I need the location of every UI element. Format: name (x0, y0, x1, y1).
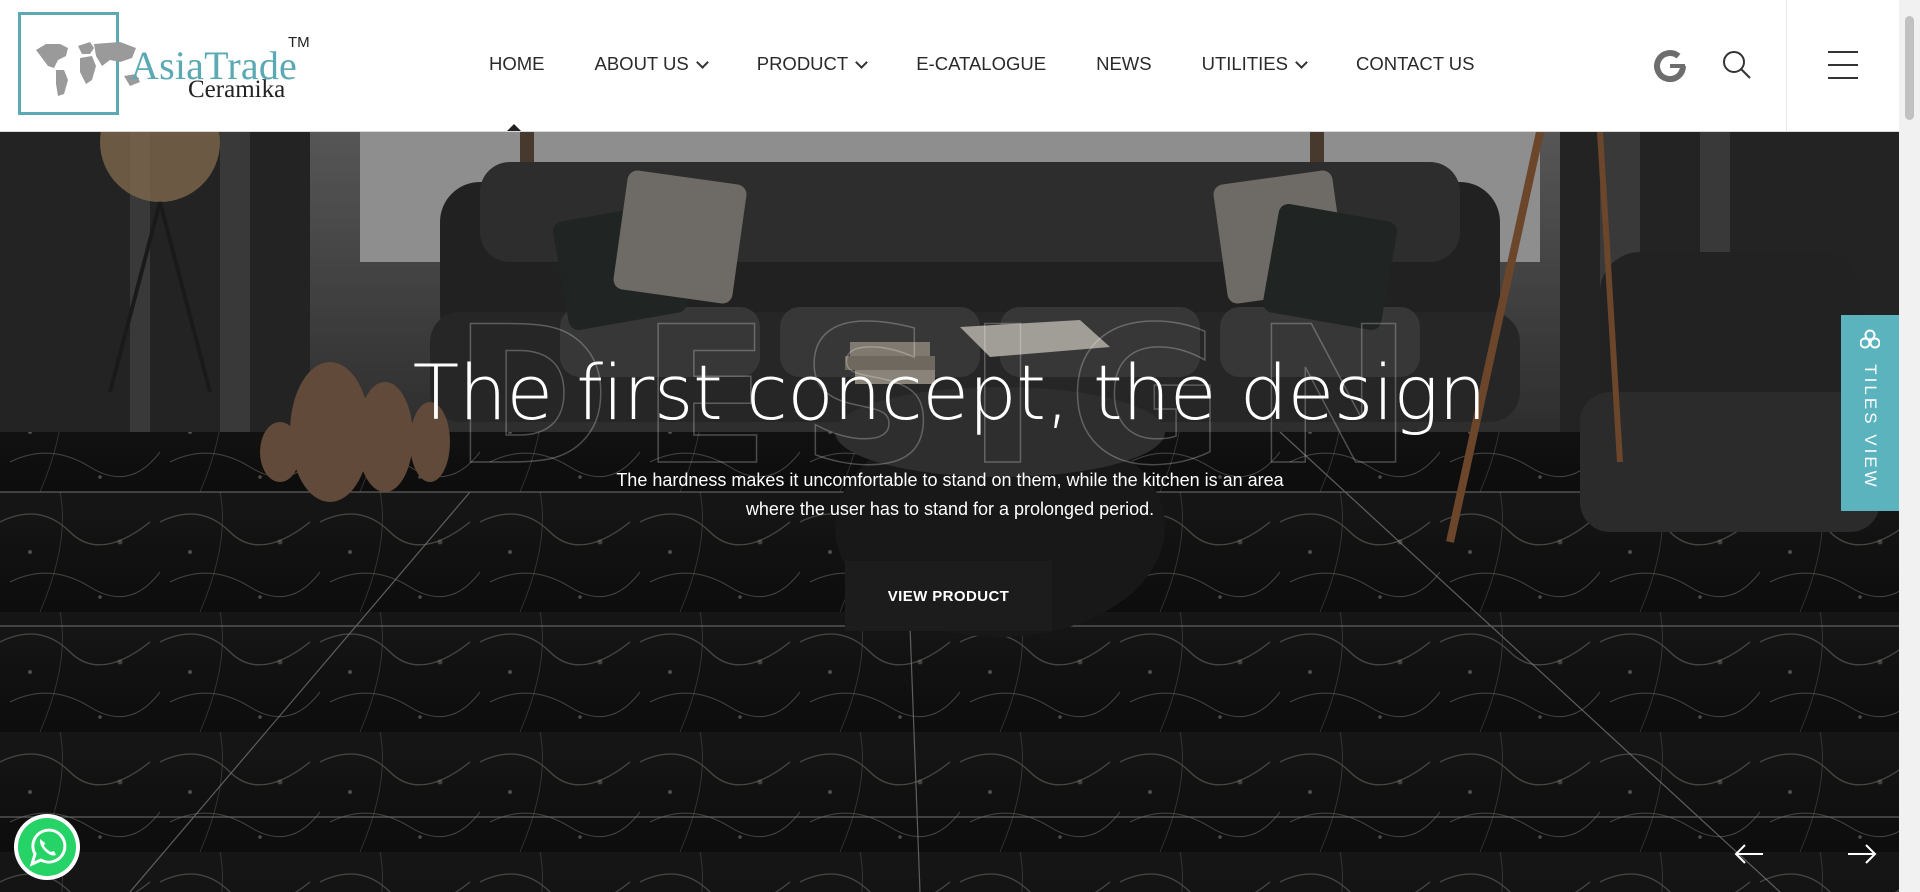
header-divider (1786, 0, 1787, 131)
scrollbar-thumb[interactable] (1905, 16, 1914, 120)
chevron-down-icon (855, 55, 869, 69)
chevron-down-icon (695, 55, 709, 69)
main-nav: HOME ABOUT US PRODUCT E-CATALOGUE NEWS U… (489, 53, 1475, 75)
nav-item-product[interactable]: PRODUCT (756, 53, 869, 75)
brand-name-bottom: Ceramika (188, 76, 286, 103)
tiles-view-label: TILES VIEW (1861, 364, 1880, 490)
tiles-icon (1860, 329, 1880, 349)
nav-item-about-us[interactable]: ABOUT US (594, 53, 709, 75)
arrow-left-icon[interactable] (1733, 843, 1765, 865)
hero-title: The first concept, the design (412, 348, 1487, 437)
google-icon[interactable] (1651, 47, 1689, 85)
brand-logo[interactable]: AsiaTrade Ceramika TM (18, 12, 318, 120)
nav-item-contact-us[interactable]: CONTACT US (1356, 53, 1475, 75)
hero-subtitle: The hardness makes it uncomfortable to s… (590, 466, 1310, 524)
nav-item-news[interactable]: NEWS (1096, 53, 1152, 75)
nav-label: HOME (489, 53, 545, 74)
whatsapp-icon[interactable] (12, 812, 82, 882)
hero-slider: DESIGN The first concept, the design The… (0, 132, 1899, 892)
nav-label: UTILITIES (1201, 53, 1288, 74)
hero-subtitle-line-1: The hardness makes it uncomfortable to s… (616, 470, 1284, 490)
nav-label: NEWS (1096, 53, 1152, 74)
nav-label: CONTACT US (1355, 53, 1475, 74)
nav-item-home[interactable]: HOME (489, 53, 545, 75)
hero-subtitle-line-2: where the user has to stand for a prolon… (745, 499, 1155, 519)
active-nav-indicator (507, 124, 521, 131)
view-product-button[interactable]: VIEW PRODUCT (845, 561, 1052, 631)
hamburger-menu-icon[interactable] (1828, 51, 1858, 79)
site-header: AsiaTrade Ceramika TM HOME ABOUT US PROD… (0, 0, 1899, 132)
nav-label: ABOUT US (594, 53, 689, 74)
page-scrollbar[interactable] (1899, 0, 1920, 892)
nav-label: PRODUCT (756, 53, 849, 74)
nav-item-utilities[interactable]: UTILITIES (1201, 53, 1308, 75)
nav-item-e-catalogue[interactable]: E-CATALOGUE (916, 53, 1046, 75)
trademark-mark: TM (288, 34, 310, 51)
chevron-down-icon (1295, 55, 1308, 69)
search-icon[interactable] (1722, 50, 1752, 80)
arrow-right-icon[interactable] (1846, 843, 1878, 865)
tiles-view-tab[interactable]: TILES VIEW (1841, 315, 1899, 511)
nav-label: E-CATALOGUE (916, 53, 1047, 74)
